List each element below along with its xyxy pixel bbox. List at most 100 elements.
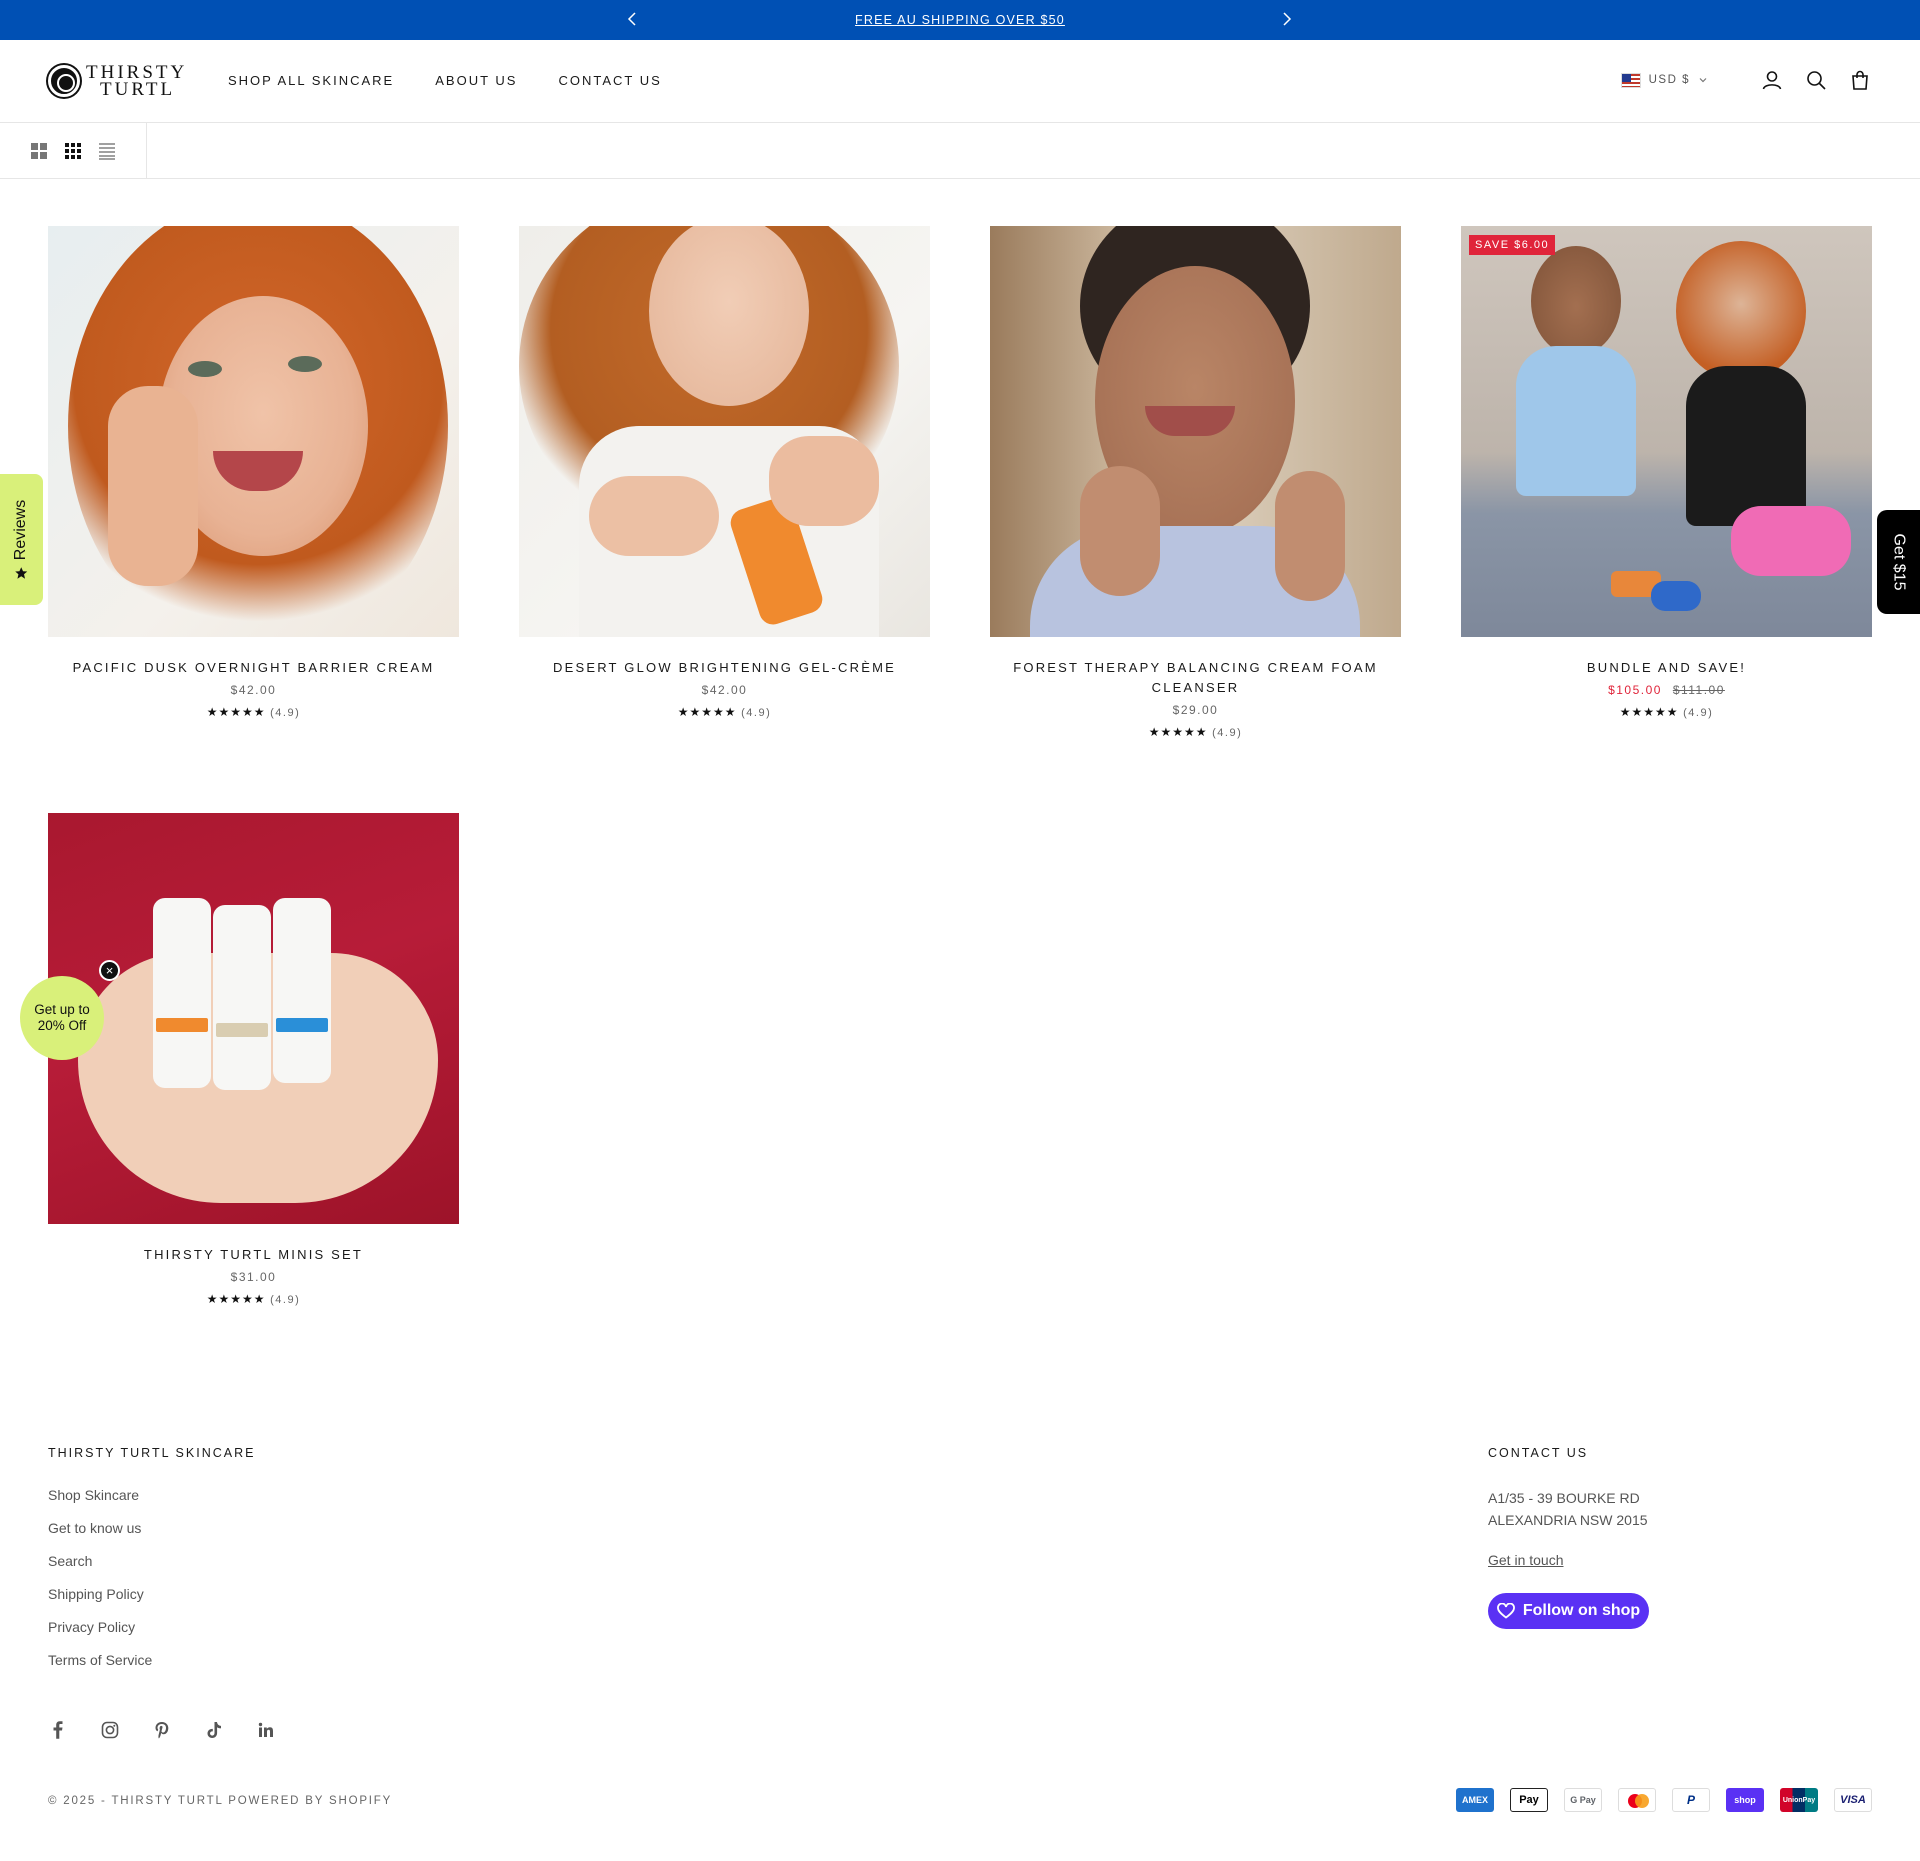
product-image[interactable] xyxy=(48,813,459,1224)
product-title[interactable]: DESERT GLOW BRIGHTENING GEL-CRÈME xyxy=(519,658,930,678)
product-image[interactable] xyxy=(519,226,930,637)
announcement-bar: FREE AU SHIPPING OVER $50 xyxy=(0,0,1920,40)
account-icon[interactable] xyxy=(1760,68,1784,92)
product-price: $29.00 xyxy=(1172,703,1219,717)
footer-link-search[interactable]: Search xyxy=(48,1553,152,1586)
star-rating-icon: ★★★★★ xyxy=(1148,725,1208,739)
product-price: $31.00 xyxy=(230,1270,277,1284)
product-rating: ★★★★★ (4.9) xyxy=(519,705,930,719)
footer-link-about[interactable]: Get to know us xyxy=(48,1520,152,1553)
footer-address: A1/35 - 39 BOURKE RD ALEXANDRIA NSW 2015 xyxy=(1488,1487,1648,1531)
grid-4-icon[interactable] xyxy=(64,142,82,160)
star-rating-icon: ★★★★★ xyxy=(677,705,737,719)
footer-link-privacy[interactable]: Privacy Policy xyxy=(48,1619,152,1652)
announcement-link[interactable]: FREE AU SHIPPING OVER $50 xyxy=(0,13,1920,27)
chevron-right-icon[interactable] xyxy=(1276,9,1296,29)
product-card[interactable]: PACIFIC DUSK OVERNIGHT BARRIER CREAM $42… xyxy=(48,226,459,719)
product-title[interactable]: PACIFIC DUSK OVERNIGHT BARRIER CREAM xyxy=(48,658,459,678)
star-rating-icon: ★★★★★ xyxy=(1619,705,1679,719)
product-rating: ★★★★★ (4.9) xyxy=(48,1292,459,1306)
product-title[interactable]: FOREST THERAPY BALANCING CREAM FOAM CLEA… xyxy=(990,658,1401,698)
reviews-tab[interactable]: Reviews xyxy=(0,474,43,605)
product-card[interactable]: SAVE $6.00 BUNDLE AND SAVE! $105.00 $111… xyxy=(1461,226,1872,719)
footer-brand-heading: THIRSTY TURTL SKINCARE xyxy=(48,1446,256,1460)
promo-line2: 20% Off xyxy=(37,1018,87,1033)
rating-value: (4.9) xyxy=(1683,707,1714,719)
rating-value: (4.9) xyxy=(1212,727,1243,739)
get-in-touch-link[interactable]: Get in touch xyxy=(1488,1552,1564,1568)
tiktok-icon[interactable] xyxy=(204,1720,224,1740)
footer-link-terms[interactable]: Terms of Service xyxy=(48,1652,152,1685)
apple-pay-icon: Pay xyxy=(1510,1788,1548,1812)
compare-price: $111.00 xyxy=(1672,683,1725,697)
follow-on-shop-label: Follow on shop xyxy=(1522,1602,1641,1619)
list-view-icon[interactable] xyxy=(98,142,116,160)
rating-value: (4.9) xyxy=(270,707,301,719)
footer-contact-heading: CONTACT US xyxy=(1488,1446,1589,1460)
product-rating: ★★★★★ (4.9) xyxy=(48,705,459,719)
product-price: $42.00 xyxy=(230,683,277,697)
get-15-tab[interactable]: Get $15 xyxy=(1877,510,1920,614)
currency-label: USD $ xyxy=(1648,74,1690,86)
facebook-icon[interactable] xyxy=(48,1720,68,1740)
nav-contact[interactable]: CONTACT US xyxy=(558,73,661,88)
shop-pay-icon: shop xyxy=(1726,1788,1764,1812)
layout-switcher xyxy=(0,123,147,179)
logo-mark xyxy=(48,65,80,97)
copyright: © 2025 - THIRSTY TURTL POWERED BY SHOPIF… xyxy=(48,1795,393,1807)
us-flag-icon xyxy=(1620,72,1641,88)
product-card[interactable]: FOREST THERAPY BALANCING CREAM FOAM CLEA… xyxy=(990,226,1401,739)
collection-toolbar xyxy=(0,123,1920,179)
footer-link-shop[interactable]: Shop Skincare xyxy=(48,1487,152,1520)
unionpay-icon: UnionPay xyxy=(1780,1788,1818,1812)
follow-on-shop-button[interactable]: Follow on shop xyxy=(1488,1593,1649,1629)
social-links xyxy=(48,1720,276,1740)
pinterest-icon[interactable] xyxy=(152,1720,172,1740)
product-image[interactable] xyxy=(48,226,459,637)
promo-bubble[interactable]: Get up to 20% Off xyxy=(20,976,104,1060)
rating-value: (4.9) xyxy=(741,707,772,719)
chevron-down-icon xyxy=(1699,78,1707,83)
paypal-icon: P xyxy=(1672,1788,1710,1812)
currency-selector[interactable]: USD $ xyxy=(1620,72,1708,88)
mastercard-icon xyxy=(1618,1788,1656,1812)
amex-icon: AMEX xyxy=(1456,1788,1494,1812)
rating-value: (4.9) xyxy=(270,1294,301,1306)
heart-icon xyxy=(1496,1603,1515,1619)
product-title[interactable]: THIRSTY TURTL MINIS SET xyxy=(48,1245,459,1265)
logo-text-bottom: TURTL xyxy=(100,79,176,100)
product-card[interactable]: THIRSTY TURTL MINIS SET $31.00 ★★★★★ (4.… xyxy=(48,813,459,1306)
sale-badge: SAVE $6.00 xyxy=(1469,235,1556,255)
logo[interactable]: THIRSTY TURTL xyxy=(48,63,187,100)
nav-about[interactable]: ABOUT US xyxy=(435,73,517,88)
search-icon[interactable] xyxy=(1804,68,1828,92)
star-rating-icon: ★★★★★ xyxy=(206,1292,266,1306)
product-image[interactable] xyxy=(1461,226,1872,637)
star-rating-icon: ★★★★★ xyxy=(206,705,266,719)
get-15-label: Get $15 xyxy=(1890,533,1908,591)
product-rating: ★★★★★ (4.9) xyxy=(990,725,1401,739)
close-icon[interactable]: × xyxy=(99,960,120,981)
main-nav: SHOP ALL SKINCARE ABOUT US CONTACT US xyxy=(228,73,662,88)
address-line-2: ALEXANDRIA NSW 2015 xyxy=(1488,1512,1648,1528)
product-image[interactable] xyxy=(990,226,1401,637)
linkedin-icon[interactable] xyxy=(256,1720,276,1740)
instagram-icon[interactable] xyxy=(100,1720,120,1740)
google-pay-icon: G Pay xyxy=(1564,1788,1602,1812)
product-card[interactable]: DESERT GLOW BRIGHTENING GEL-CRÈME $42.00… xyxy=(519,226,930,719)
footer-links: Shop Skincare Get to know us Search Ship… xyxy=(48,1487,152,1685)
product-price: $105.00 $111.00 xyxy=(1461,683,1872,697)
nav-shop-all[interactable]: SHOP ALL SKINCARE xyxy=(228,73,394,88)
product-price: $42.00 xyxy=(701,683,748,697)
footer-link-shipping[interactable]: Shipping Policy xyxy=(48,1586,152,1619)
grid-2-icon[interactable] xyxy=(30,142,48,160)
cart-icon[interactable] xyxy=(1848,68,1872,92)
sale-price: $105.00 xyxy=(1608,683,1662,697)
product-title[interactable]: BUNDLE AND SAVE! xyxy=(1461,658,1872,678)
star-icon xyxy=(15,566,28,579)
payment-methods: AMEX Pay G Pay P shop UnionPay VISA xyxy=(1456,1788,1872,1812)
address-line-1: A1/35 - 39 BOURKE RD xyxy=(1488,1490,1640,1506)
product-rating: ★★★★★ (4.9) xyxy=(1461,705,1872,719)
visa-icon: VISA xyxy=(1834,1788,1872,1812)
promo-line1: Get up to xyxy=(34,1002,90,1017)
